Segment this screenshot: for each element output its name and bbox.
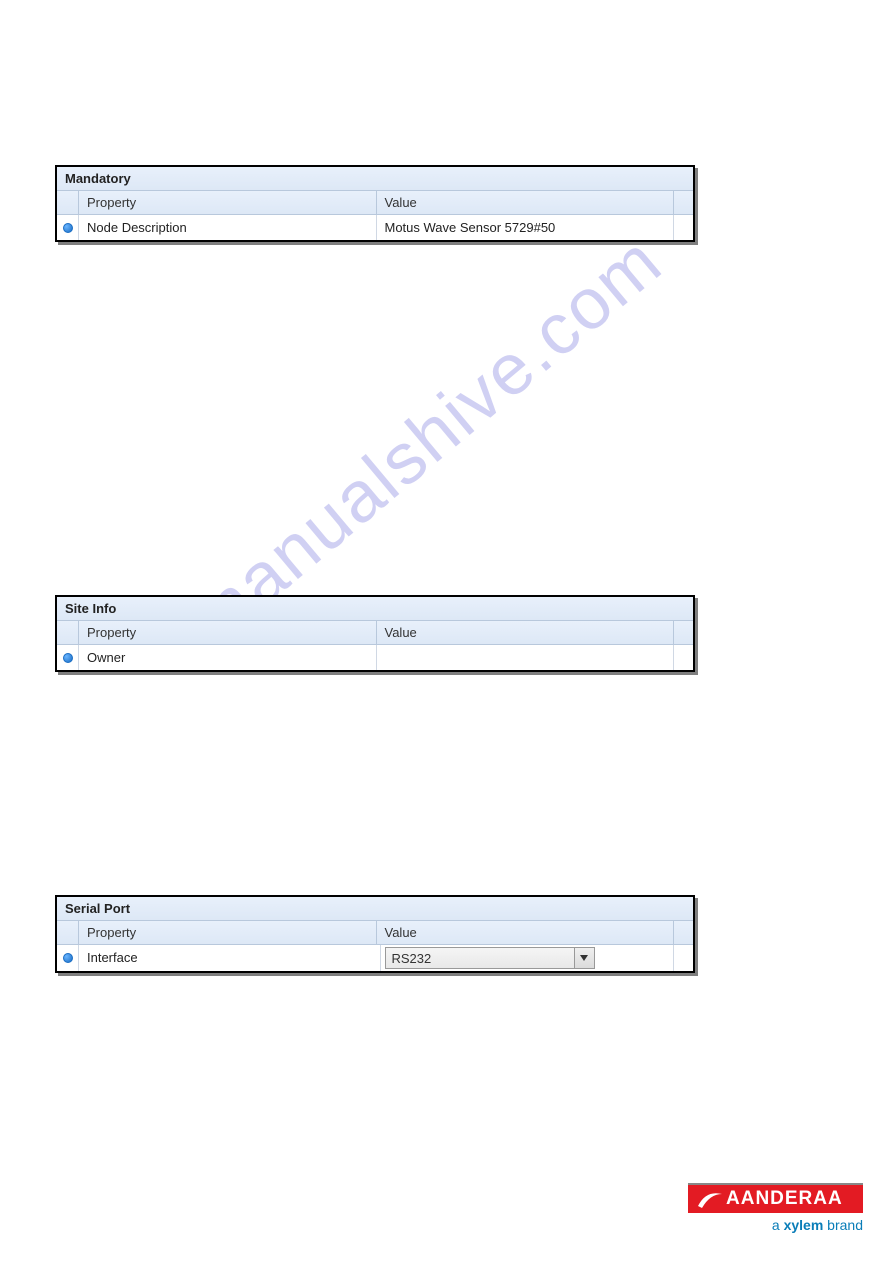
row-bullet-col bbox=[57, 645, 79, 670]
interface-dropdown[interactable]: RS232 bbox=[385, 947, 595, 969]
panel-title-site-info: Site Info bbox=[57, 597, 693, 621]
bullet-icon bbox=[63, 953, 73, 963]
logo-text: AANDERAA bbox=[726, 1188, 843, 1210]
aanderaa-logo: AANDERAA bbox=[688, 1183, 863, 1213]
row-end-col bbox=[673, 645, 693, 670]
property-cell: Owner bbox=[79, 645, 377, 670]
header-row: Property Value bbox=[57, 921, 693, 945]
tagline-prefix: a bbox=[772, 1217, 784, 1233]
dropdown-selected-text: RS232 bbox=[386, 949, 574, 968]
header-property: Property bbox=[79, 921, 377, 944]
tagline-brand: xylem bbox=[784, 1217, 824, 1233]
header-value: Value bbox=[377, 921, 674, 944]
table-row[interactable]: Owner bbox=[57, 645, 693, 670]
header-bullet-col bbox=[57, 191, 79, 214]
header-bullet-col bbox=[57, 621, 79, 644]
bullet-icon bbox=[63, 653, 73, 663]
panel-title-mandatory: Mandatory bbox=[57, 167, 693, 191]
header-bullet-col bbox=[57, 921, 79, 944]
value-cell[interactable]: Motus Wave Sensor 5729#50 bbox=[377, 215, 674, 240]
dropdown-arrow-button[interactable] bbox=[574, 948, 594, 968]
property-cell: Node Description bbox=[79, 215, 377, 240]
header-value: Value bbox=[377, 191, 674, 214]
footer: AANDERAA a xylem brand bbox=[688, 1183, 863, 1233]
header-end-col bbox=[673, 621, 693, 644]
header-end-col bbox=[673, 191, 693, 214]
logo-swoosh-icon bbox=[696, 1188, 724, 1210]
row-end-col bbox=[673, 215, 693, 240]
value-cell[interactable] bbox=[377, 645, 674, 670]
row-end-col bbox=[673, 945, 693, 971]
property-cell: Interface bbox=[79, 945, 381, 971]
table-row[interactable]: Interface RS232 bbox=[57, 945, 693, 971]
value-cell: RS232 bbox=[381, 945, 674, 971]
header-row: Property Value bbox=[57, 621, 693, 645]
table-row[interactable]: Node Description Motus Wave Sensor 5729#… bbox=[57, 215, 693, 240]
panel-title-serial-port: Serial Port bbox=[57, 897, 693, 921]
header-value: Value bbox=[377, 621, 674, 644]
row-bullet-col bbox=[57, 945, 79, 971]
site-info-panel: Site Info Property Value Owner bbox=[55, 595, 695, 672]
chevron-down-icon bbox=[580, 955, 588, 961]
mandatory-panel: Mandatory Property Value Node Descriptio… bbox=[55, 165, 695, 242]
serial-port-panel: Serial Port Property Value Interface RS2… bbox=[55, 895, 695, 973]
row-bullet-col bbox=[57, 215, 79, 240]
header-row: Property Value bbox=[57, 191, 693, 215]
header-end-col bbox=[673, 921, 693, 944]
header-property: Property bbox=[79, 621, 377, 644]
tagline-suffix: brand bbox=[823, 1217, 863, 1233]
tagline: a xylem brand bbox=[688, 1217, 863, 1233]
bullet-icon bbox=[63, 223, 73, 233]
header-property: Property bbox=[79, 191, 377, 214]
